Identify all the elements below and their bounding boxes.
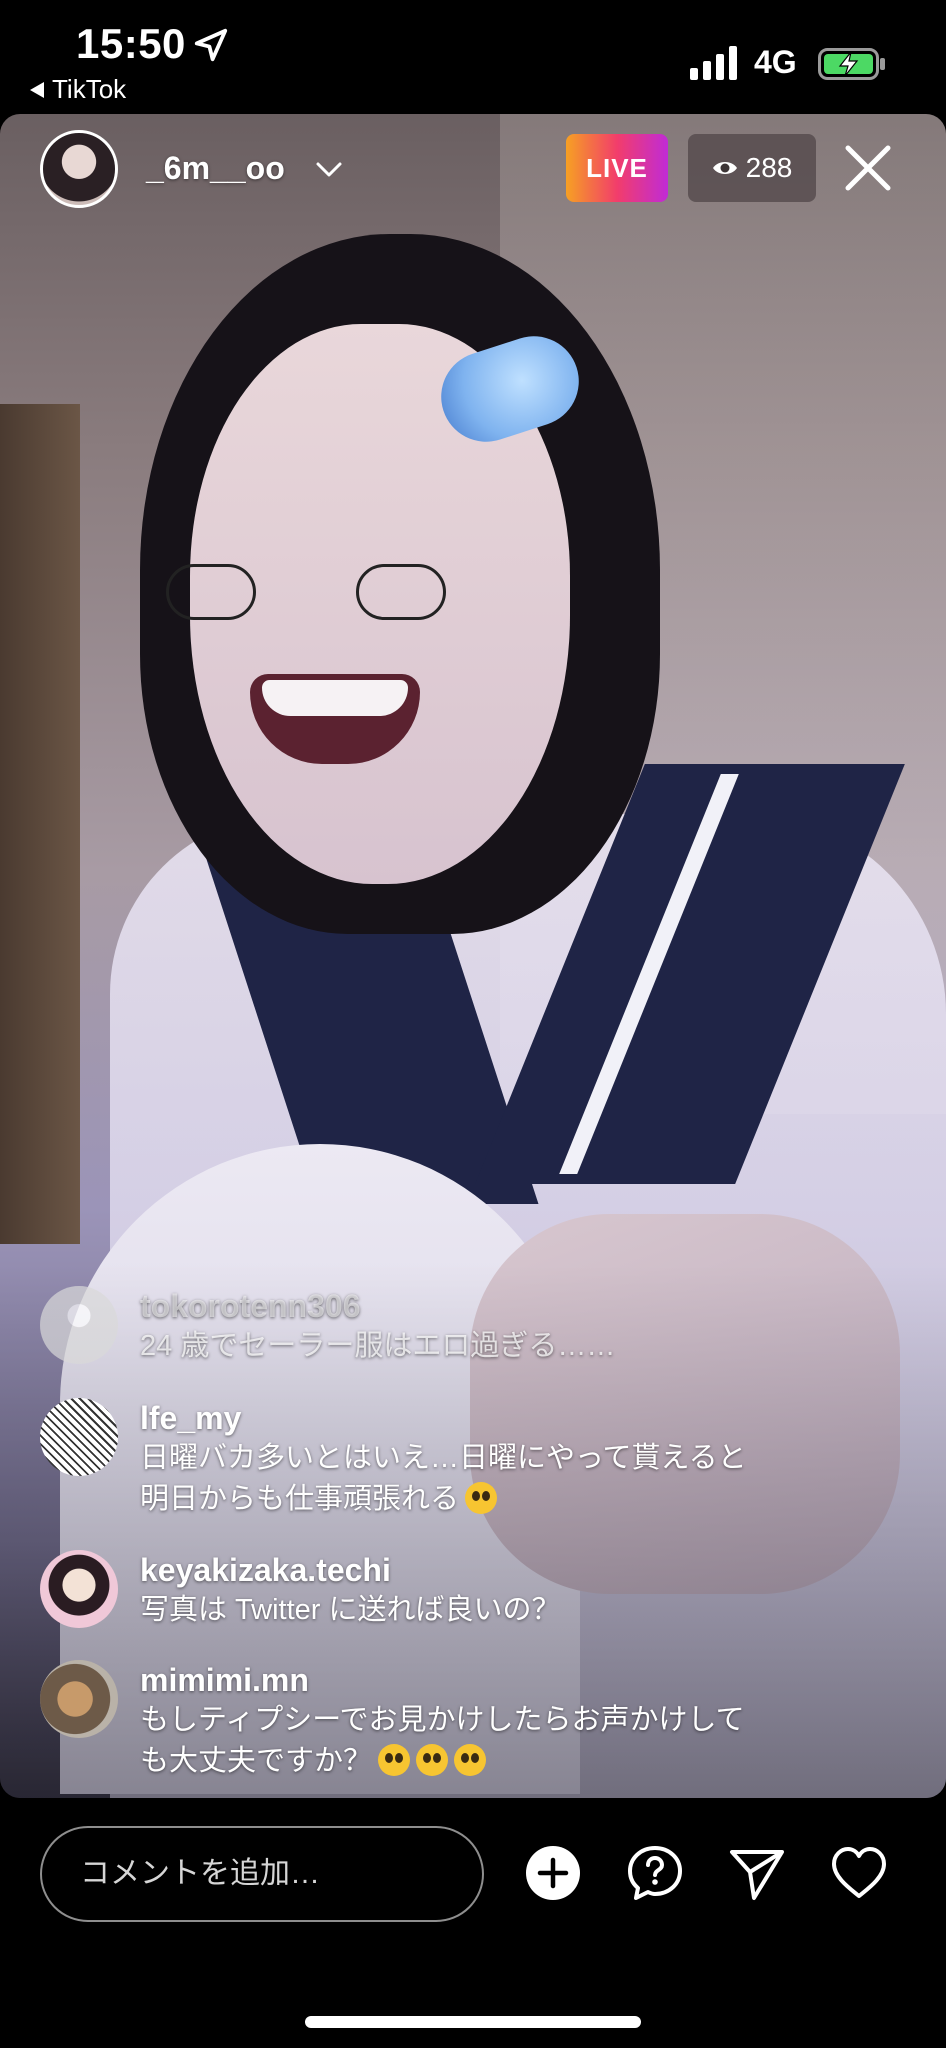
viewer-count-badge[interactable]: 288 [688, 134, 816, 202]
pleading-face-icon [416, 1744, 449, 1776]
live-video-stage[interactable]: _6m__oo LIVE 288 tokorotenn306 24 歳でセーラー… [0, 114, 946, 1798]
comment-text-line2-content: 明日からも仕事頑張れる [140, 1483, 460, 1515]
comment-username[interactable]: keyakizaka.techi [140, 1550, 920, 1590]
loudly-crying-face-icon [465, 1482, 498, 1514]
pleading-face-icon [454, 1744, 487, 1776]
commenter-avatar[interactable] [40, 1398, 118, 1476]
comment-text: もしティプシーでお見かけしたらお声かけして [140, 1704, 745, 1736]
bottom-action-bar [0, 1798, 946, 2048]
pleading-face-icon [378, 1744, 411, 1776]
commenter-avatar[interactable] [40, 1660, 118, 1738]
battery-charging-icon [818, 48, 885, 80]
send-icon[interactable] [728, 1844, 786, 1902]
comment-body: lfe_my 日曜バカ多いとはいえ…日曜にやって貰えると 明日からも仕事頑張れる [140, 1398, 920, 1520]
comment-item[interactable]: keyakizaka.techi 写真は Twitter に送れば良いの？ [40, 1550, 920, 1631]
heart-icon[interactable] [830, 1844, 888, 1902]
comment-body: mimimi.mn もしティプシーでお見かけしたらお声かけして も大丈夫ですか？ [140, 1660, 920, 1782]
comment-text-line2: も大丈夫ですか？ [140, 1741, 920, 1782]
back-triangle-icon [30, 81, 44, 98]
add-circle-icon[interactable] [524, 1844, 582, 1902]
back-to-app-link[interactable]: TikTok [30, 74, 126, 105]
home-indicator[interactable] [305, 2016, 641, 2028]
comment-item[interactable]: tokorotenn306 24 歳でセーラー服はエロ過ぎる…… [40, 1286, 920, 1367]
commenter-avatar[interactable] [40, 1550, 118, 1628]
comment-input[interactable] [40, 1826, 484, 1922]
live-badge: LIVE [566, 134, 668, 202]
comment-username[interactable]: tokorotenn306 [140, 1286, 920, 1326]
question-bubble-icon[interactable] [626, 1844, 684, 1902]
comment-text-line2-content: も大丈夫ですか？ [140, 1745, 373, 1777]
comment-username[interactable]: lfe_my [140, 1398, 920, 1438]
comment-text: 写真は Twitter に送れば良いの？ [140, 1594, 561, 1626]
comment-text-line2: 明日からも仕事頑張れる [140, 1479, 920, 1520]
back-app-label: TikTok [52, 74, 127, 104]
viewer-count: 288 [745, 152, 793, 183]
comment-item[interactable]: mimimi.mn もしティプシーでお見かけしたらお声かけして も大丈夫ですか？ [40, 1660, 920, 1782]
comment-text: 24 歳でセーラー服はエロ過ぎる…… [140, 1330, 616, 1362]
comment-body: keyakizaka.techi 写真は Twitter に送れば良いの？ [140, 1550, 920, 1631]
location-arrow-icon [194, 28, 228, 62]
comment-item[interactable]: lfe_my 日曜バカ多いとはいえ…日曜にやって貰えると 明日からも仕事頑張れる [40, 1398, 920, 1520]
video-background-door [0, 404, 80, 1244]
host-avatar[interactable] [40, 130, 118, 208]
cloud-cheek-sticker-left [166, 564, 256, 620]
host-username[interactable]: _6m__oo [146, 150, 285, 187]
status-bar: 15:50 TikTok 4G [0, 0, 946, 114]
comment-body: tokorotenn306 24 歳でセーラー服はエロ過ぎる…… [140, 1286, 920, 1367]
chevron-down-icon[interactable] [314, 154, 344, 184]
video-streamer-teeth [262, 680, 408, 716]
comment-text: 日曜バカ多いとはいえ…日曜にやって貰えると [140, 1442, 747, 1474]
default-avatar[interactable] [40, 1286, 118, 1364]
network-type: 4G [754, 44, 797, 80]
status-time: 15:50 [76, 20, 186, 67]
close-icon[interactable] [840, 140, 896, 196]
cellular-signal-icon [690, 46, 737, 80]
eye-icon [712, 162, 737, 174]
cloud-cheek-sticker-right [356, 564, 446, 620]
comment-username[interactable]: mimimi.mn [140, 1660, 920, 1700]
